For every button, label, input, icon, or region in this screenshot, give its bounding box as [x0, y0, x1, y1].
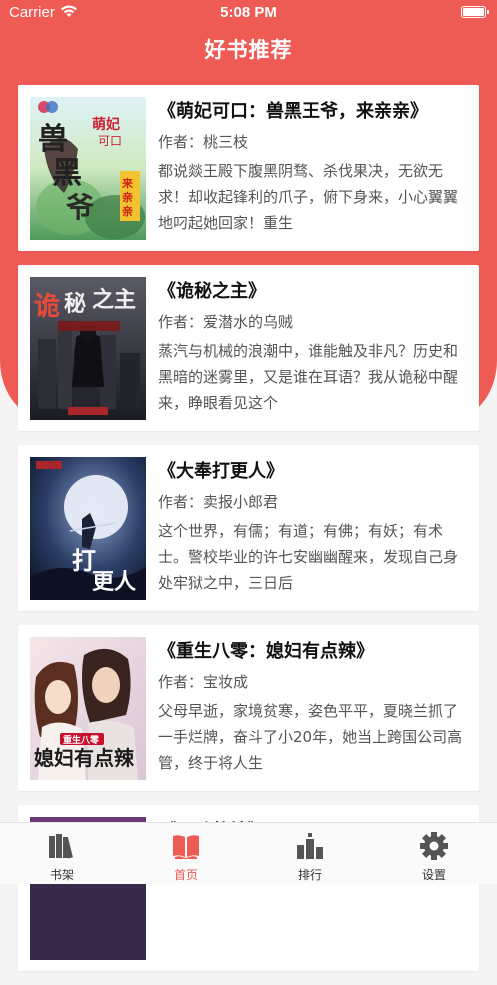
- book-card[interactable]: 打 更人 《大奉打更人》 作者：卖报小郎君 这个世界，有儒；有道；有佛；有妖；有…: [18, 445, 479, 611]
- book-cover-image: 诡 秘 之主: [30, 277, 146, 420]
- tab-label: 首页: [173, 868, 198, 882]
- tab-home[interactable]: 首页: [124, 823, 248, 884]
- bookshelf-icon: [49, 834, 73, 859]
- book-title: 《大奉打更人》: [158, 461, 284, 482]
- svg-text:黑: 黑: [52, 156, 82, 191]
- page-title: 好书推荐: [204, 38, 293, 62]
- book-cover-image: 兽 黑 爷 萌妃 可口 来 亲 亲: [30, 97, 146, 240]
- book-title: 《诡秘之主》: [158, 281, 266, 302]
- book-card[interactable]: 诡 秘 之主 《诡秘之主》 作者：爱潜水的乌贼 蒸汽与机械的浪潮中，谁能触及非凡…: [18, 265, 479, 431]
- svg-text:重生八零: 重生八零: [63, 734, 100, 746]
- svg-text:兽: 兽: [38, 122, 68, 157]
- tab-settings[interactable]: 设置: [372, 823, 496, 884]
- status-bar: Carrier 5:08 PM: [0, 0, 497, 26]
- book-cover-image: 重生八零 媳妇有点辣: [30, 637, 146, 780]
- tab-ranking[interactable]: 排行: [248, 823, 372, 884]
- svg-text:之主: 之主: [92, 287, 136, 313]
- gear-icon: [420, 832, 448, 860]
- svg-text:秘: 秘: [64, 291, 86, 317]
- book-description: 都说燚王殿下腹黑阴骛、杀伐果决，无欲无求！却收起锋利的爪子，俯下身来，小心翼翼地…: [158, 162, 459, 232]
- tab-label: 书架: [49, 868, 74, 882]
- svg-text:爷: 爷: [66, 191, 95, 224]
- open-book-icon: [173, 835, 199, 859]
- book-author: 作者：爱潜水的乌贼: [158, 313, 294, 331]
- svg-text:媳妇有点辣: 媳妇有点辣: [34, 746, 135, 770]
- svg-text:可口: 可口: [98, 134, 122, 148]
- svg-text:亲: 亲: [122, 190, 133, 204]
- tab-bookshelf[interactable]: 书架: [0, 823, 124, 884]
- book-description: 蒸汽与机械的浪潮中，谁能触及非凡？历史和黑暗的迷雾里，又是谁在耳语？我从诡秘中醒…: [158, 342, 459, 412]
- book-author: 作者：桃三枝: [158, 133, 249, 151]
- book-title: 《重生八零：媳妇有点辣》: [158, 641, 374, 662]
- book-description: 父母早逝，家境贫寒，姿色平平，夏晓兰抓了一手烂牌，奋斗了小20年，她当上跨国公司…: [158, 702, 463, 772]
- book-cover-image: 打 更人: [30, 457, 146, 600]
- svg-text:更人: 更人: [92, 569, 136, 595]
- tab-label: 设置: [421, 868, 446, 882]
- svg-text:亲: 亲: [122, 204, 133, 218]
- book-author: 作者：卖报小郎君: [158, 493, 279, 511]
- battery-icon: [461, 6, 489, 18]
- tab-bar: 书架 首页 排行 设置: [0, 822, 497, 884]
- svg-text:诡: 诡: [34, 292, 60, 322]
- book-description: [158, 878, 468, 956]
- book-card[interactable]: 兽 黑 爷 萌妃 可口 来 亲 亲 《萌妃可口：兽黑王爷，来亲亲》 作者：桃三枝…: [18, 85, 479, 251]
- svg-text:来: 来: [121, 176, 134, 190]
- book-author: 作者：宝妆成: [158, 673, 249, 691]
- book-card[interactable]: 重生八零 媳妇有点辣 《重生八零：媳妇有点辣》 作者：宝妆成 父母早逝，家境贫寒…: [18, 625, 479, 791]
- tab-label: 排行: [297, 868, 322, 882]
- status-time: 5:08 PM: [220, 4, 277, 21]
- ranking-icon: [297, 833, 323, 859]
- book-title: 《萌妃可口：兽黑王爷，来亲亲》: [158, 101, 428, 122]
- svg-text:萌妃: 萌妃: [92, 116, 120, 133]
- book-description: 这个世界，有儒；有道；有佛；有妖；有术士。警校毕业的许七安幽幽醒来，发现自己身处…: [158, 522, 459, 592]
